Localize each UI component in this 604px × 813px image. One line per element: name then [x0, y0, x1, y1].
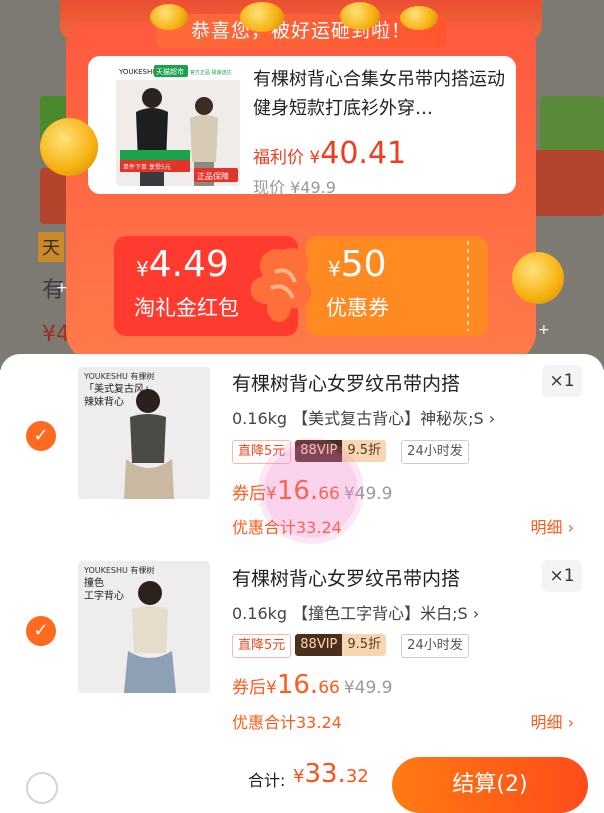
tag-88vip: 88VIP [295, 634, 343, 656]
voucher-value: 50 [340, 244, 387, 285]
redpacket-amount: ¥4.49 [136, 244, 229, 285]
model-photo-icon [124, 581, 176, 693]
after-dec: 66 [318, 678, 340, 698]
tag-discount: 直降5元 [232, 634, 292, 658]
detail-link[interactable]: 明细 › [531, 514, 575, 538]
voucher-coupon[interactable]: ¥50 优惠券 [306, 236, 488, 336]
voucher-symbol: ¥ [328, 257, 341, 281]
reward-popup: 恭喜您，被好运砸到啦！ YOUKESHU 天猫超市 官方正品 极速送达 单件下单… [60, 0, 542, 380]
item-tags: 直降5元 88VIP 9.5折 24小时发 [232, 634, 473, 658]
item-qty[interactable]: ×1 [542, 560, 582, 592]
redpacket-symbol: ¥ [136, 257, 149, 281]
item-sku-text: 0.16kg 【美式复古背心】神秘灰;S [232, 409, 484, 428]
after-label: 券后 [232, 678, 266, 698]
tag-vip-rate: 9.5折 [342, 440, 387, 462]
sparkle-icon: + [56, 280, 68, 296]
bg-tile-right [540, 96, 604, 156]
popup-product-title: 有棵树背心合集女吊带内搭运动健身短款打底衫外穿… [253, 69, 505, 119]
item-thumbnail[interactable]: YOUKESHU 有棵树 「美式复古风」 辣妹背心 [78, 367, 210, 499]
product-image-brand: YOUKESHU [118, 68, 157, 76]
chevron-right-icon: › [472, 604, 480, 623]
welfare-value: 40.41 [320, 136, 407, 171]
product-image-badge: 正品保障 [197, 171, 229, 181]
voucher-amount: ¥50 [328, 244, 387, 285]
coin-icon [40, 118, 98, 176]
original-price: ¥49.9 [343, 678, 393, 698]
voucher-label: 优惠券 [326, 296, 389, 320]
product-image: YOUKESHU 天猫超市 官方正品 极速送达 单件下单 享受5元 正品保障 [116, 62, 240, 186]
coin-icon [240, 2, 284, 32]
voucher-perforation-icon [467, 241, 469, 331]
tag-shipping: 24小时发 [401, 634, 469, 658]
item-sku[interactable]: 0.16kg 【美式复古背心】神秘灰;S › [232, 405, 495, 429]
bg-tile-right2 [534, 150, 604, 216]
total-dec: 32 [345, 766, 369, 787]
chevron-right-icon: › [488, 409, 496, 428]
coin-icon [400, 6, 438, 30]
item-title[interactable]: 有棵树背心女罗纹吊带内搭 [232, 564, 460, 591]
tap-indicator [264, 444, 358, 538]
redpacket-value: 4.49 [148, 244, 229, 285]
product-image-promo: 单件下单 享受5元 [123, 163, 171, 171]
item-sku[interactable]: 0.16kg 【撞色工字背心】米白;S › [232, 600, 479, 624]
item-sku-text: 0.16kg 【撞色工字背心】米白;S [232, 604, 468, 623]
product-image-store: 天猫超市 [156, 67, 184, 76]
flower-icon [250, 248, 312, 322]
select-all-checkbox[interactable] [26, 772, 58, 804]
after-label: 券后 [232, 484, 266, 504]
item-checkbox[interactable]: ✓ [26, 421, 56, 451]
after-int: 16. [276, 670, 319, 700]
welfare-label: 福利价 [253, 148, 304, 168]
total-value: ¥33.32 [293, 759, 369, 789]
tag-vip-rate: 9.5折 [342, 634, 387, 656]
sparkle-icon: + [538, 322, 550, 338]
total-symbol: ¥ [293, 766, 305, 787]
total-label: 合计: [248, 771, 286, 790]
after-coupon-price: 券后¥16.66 ¥49.9 [232, 670, 393, 700]
after-symbol: ¥ [266, 678, 277, 698]
current-price-value: ¥49.9 [290, 178, 336, 197]
coin-icon [512, 252, 564, 304]
redpacket-label: 淘礼金红包 [134, 296, 239, 320]
detail-link[interactable]: 明细 › [531, 709, 575, 733]
popup-product-card[interactable]: YOUKESHU 天猫超市 官方正品 极速送达 单件下单 享受5元 正品保障 有… [88, 56, 516, 197]
current-price-label: 现价 [253, 178, 286, 197]
welfare-price: 福利价 ¥40.41 [253, 136, 406, 171]
item-title[interactable]: 有棵树背心女罗纹吊带内搭 [232, 369, 460, 396]
discount-total: 优惠合计33.24 [232, 713, 342, 732]
product-photo-icon: YOUKESHU 天猫超市 官方正品 极速送达 单件下单 享受5元 正品保障 [116, 62, 240, 186]
welfare-symbol: ¥ [309, 148, 321, 168]
checkout-button[interactable]: 结算(2) [392, 757, 588, 813]
model-photo-icon [124, 389, 174, 499]
coin-icon [150, 4, 188, 30]
tag-shipping: 24小时发 [401, 440, 469, 464]
item-checkbox[interactable]: ✓ [26, 616, 56, 646]
total-int: 33. [304, 759, 346, 789]
item-thumbnail[interactable]: YOUKESHU 有棵树 撞色 工字背心 [78, 561, 210, 693]
item-qty[interactable]: ×1 [542, 365, 582, 397]
product-image-store-note: 官方正品 极速送达 [190, 69, 232, 76]
current-price: 现价 ¥49.9 [253, 174, 336, 198]
item-tags: 直降5元 88VIP 9.5折 24小时发 [232, 440, 473, 464]
coin-icon [340, 2, 380, 30]
